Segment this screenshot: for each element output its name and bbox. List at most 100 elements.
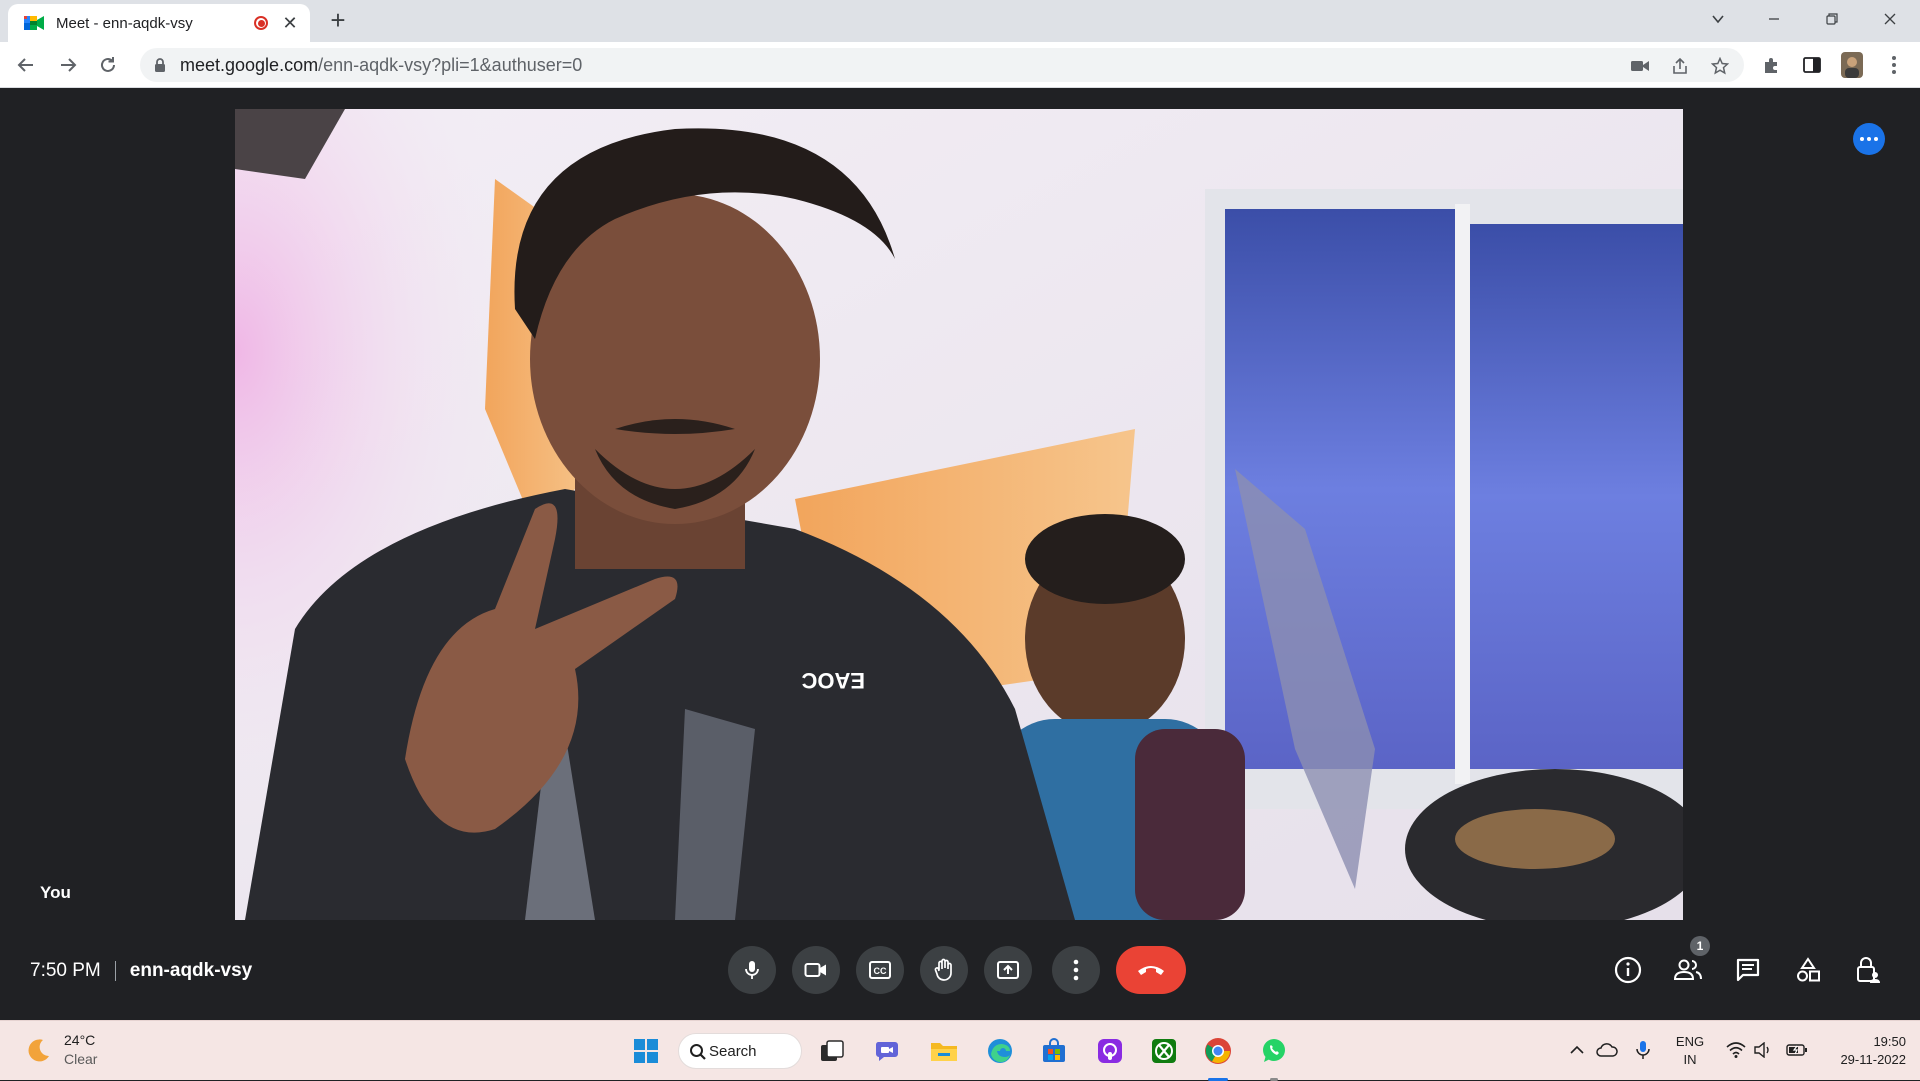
camera-button[interactable] [792, 946, 840, 994]
meet-stage: EAOC You [0, 89, 1920, 1016]
teams-chat-button[interactable] [870, 1033, 906, 1069]
start-button[interactable] [628, 1033, 664, 1069]
task-view-button[interactable] [814, 1033, 850, 1069]
meet-control-bar: 7:50 PM enn-aqdk-vsy CC 1 [0, 920, 1920, 1020]
wifi-icon[interactable] [1724, 1039, 1748, 1061]
svg-text:EAOC: EAOC [801, 668, 865, 693]
close-window-icon[interactable] [1868, 0, 1912, 38]
closed-captions-icon: CC [869, 961, 891, 979]
reload-icon[interactable] [92, 49, 124, 81]
back-arrow-icon[interactable] [10, 49, 42, 81]
tray-microphone-icon[interactable] [1632, 1039, 1654, 1061]
people-button[interactable] [1668, 950, 1708, 990]
windows-taskbar: 24°C Clear Search ENG IN 19:50 29-11-202… [0, 1020, 1920, 1081]
people-icon [1673, 959, 1702, 980]
divider [114, 961, 116, 981]
present-screen-icon [997, 961, 1019, 979]
file-explorer-button[interactable] [926, 1033, 962, 1069]
tab-strip: Meet - enn-aqdk-vsy ✕ + [0, 0, 1920, 42]
webcam-video-feed: EAOC [235, 109, 1683, 920]
video-camera-icon [804, 963, 826, 977]
leave-call-button[interactable] [1116, 946, 1186, 994]
search-label: Search [709, 1042, 757, 1060]
lock-icon [154, 58, 166, 72]
clock-time: 19:50 [1873, 1034, 1906, 1049]
system-clock[interactable]: 19:50 29-11-2022 [1822, 1033, 1906, 1069]
weather-widget[interactable]: 24°C Clear [24, 1031, 97, 1069]
search-icon [690, 1044, 706, 1060]
xbox-icon [1152, 1039, 1176, 1063]
chrome-icon [1205, 1038, 1231, 1064]
more-vertical-icon [1073, 959, 1079, 981]
lock-person-icon [1857, 957, 1880, 983]
volume-icon[interactable] [1752, 1039, 1776, 1061]
camera-in-use-icon[interactable] [1630, 56, 1650, 76]
restore-window-icon[interactable] [1810, 0, 1854, 38]
tab-search-chevron-icon[interactable] [1696, 0, 1740, 38]
onedrive-cloud-icon[interactable] [1594, 1039, 1620, 1061]
microsoft-store-button[interactable] [1036, 1033, 1072, 1069]
captions-button[interactable]: CC [856, 946, 904, 994]
shapes-activities-icon [1797, 957, 1820, 982]
chrome-taskbar-button[interactable] [1200, 1033, 1236, 1069]
svg-text:CC: CC [874, 966, 887, 976]
whatsapp-button[interactable] [1256, 1033, 1292, 1069]
dot-icon [1867, 137, 1871, 141]
share-icon[interactable] [1670, 56, 1690, 76]
self-video-tile[interactable]: EAOC [235, 109, 1683, 920]
host-controls-button[interactable] [1848, 950, 1888, 990]
region-code: IN [1683, 1052, 1697, 1067]
browser-menu-icon[interactable] [1882, 53, 1906, 77]
self-name-label: You [40, 883, 71, 902]
info-icon [1614, 956, 1642, 984]
meeting-time: 7:50 PM [30, 960, 101, 981]
video-chat-icon [875, 1042, 898, 1061]
side-panel-icon[interactable] [1800, 53, 1824, 77]
raise-hand-button[interactable] [920, 946, 968, 994]
windows-logo-icon [634, 1039, 658, 1063]
chat-icon [1736, 958, 1760, 982]
xbox-button[interactable] [1146, 1033, 1182, 1069]
podcast-icon [1098, 1039, 1122, 1063]
address-bar[interactable]: meet.google.com/enn-aqdk-vsy?pli=1&authu… [140, 48, 1744, 82]
forward-arrow-icon[interactable] [52, 49, 84, 81]
recording-indicator-icon [254, 16, 268, 30]
clock-date: 29-11-2022 [1840, 1052, 1906, 1067]
meeting-code: enn-aqdk-vsy [129, 960, 253, 981]
podcast-app-button[interactable] [1092, 1033, 1128, 1069]
extensions-puzzle-icon[interactable] [1760, 53, 1784, 77]
meeting-details-button[interactable] [1608, 950, 1648, 990]
whatsapp-icon [1263, 1039, 1285, 1062]
tab-close-icon[interactable]: ✕ [280, 13, 300, 34]
new-tab-button[interactable]: + [324, 6, 352, 34]
taskbar-search-box[interactable]: Search [678, 1033, 802, 1069]
folder-icon [931, 1043, 957, 1061]
google-meet-favicon-icon [24, 14, 44, 32]
battery-charging-icon[interactable] [1784, 1039, 1810, 1061]
url-domain: meet.google.com [180, 54, 319, 75]
store-bag-icon [1043, 1038, 1065, 1062]
present-screen-button[interactable] [984, 946, 1032, 994]
browser-tab-meet[interactable]: Meet - enn-aqdk-vsy ✕ [8, 4, 310, 42]
activities-button[interactable] [1788, 950, 1828, 990]
microphone-button[interactable] [728, 946, 776, 994]
task-view-icon [821, 1040, 844, 1061]
more-options-button[interactable] [1052, 946, 1100, 994]
profile-avatar[interactable] [1840, 52, 1864, 78]
minimize-window-icon[interactable] [1752, 0, 1796, 38]
dot-icon [1860, 137, 1864, 141]
chat-button[interactable] [1728, 950, 1768, 990]
tab-title: Meet - enn-aqdk-vsy [56, 14, 193, 32]
url-path: /enn-aqdk-vsy?pli=1&authuser=0 [318, 54, 583, 75]
language-indicator[interactable]: ENG IN [1674, 1033, 1706, 1069]
microphone-icon [745, 961, 759, 979]
meeting-info: 7:50 PM enn-aqdk-vsy [30, 960, 252, 982]
weather-condition: Clear [64, 1051, 98, 1067]
weather-temperature: 24°C [64, 1032, 96, 1048]
edge-browser-button[interactable] [982, 1033, 1018, 1069]
edge-icon [988, 1039, 1012, 1063]
participant-count-badge: 1 [1690, 936, 1710, 956]
bookmark-star-icon[interactable] [1710, 56, 1730, 76]
tile-options-button[interactable] [1853, 123, 1885, 155]
show-hidden-icons-chevron-icon[interactable] [1566, 1039, 1588, 1061]
